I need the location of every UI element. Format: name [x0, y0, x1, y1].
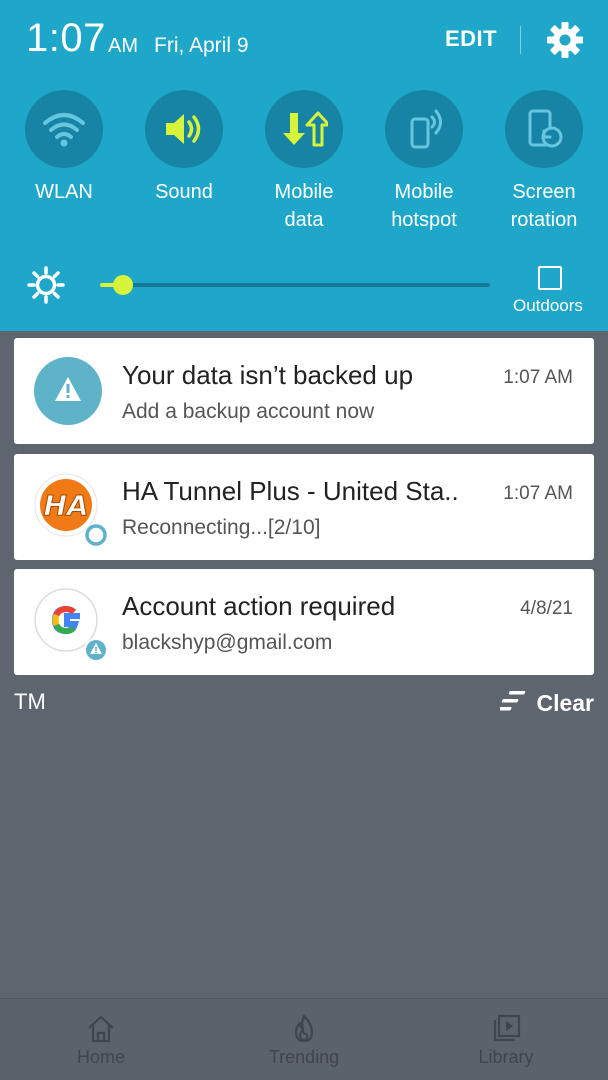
clock-date[interactable]: Fri, April 9: [154, 34, 249, 58]
notification-title: Account action required: [122, 591, 396, 621]
tile-screen-rotation-label-1: Screen: [512, 181, 576, 203]
tile-screen-rotation-label-2: rotation: [510, 209, 578, 231]
notification-title: HA Tunnel Plus - United Sta..: [122, 476, 459, 506]
quick-settings-panel: 1:07 AM Fri, April 9 EDIT WLAN Sound Mob…: [0, 0, 608, 331]
nav-home-label: Home: [76, 1047, 125, 1067]
tile-mobile-data-label-1: Mobile: [274, 181, 334, 203]
nav-library[interactable]: Library: [446, 1013, 566, 1068]
wifi-icon: [25, 90, 103, 168]
speaker-icon: [145, 90, 223, 168]
outdoors-label: Outdoors: [513, 296, 583, 315]
mobile-data-icon: [265, 90, 343, 168]
notification-ha-tunnel[interactable]: HA HA Tunnel Plus - United Sta.. Reconne…: [14, 454, 594, 560]
screen-rotation-icon: [505, 90, 583, 168]
library-icon: [446, 1013, 566, 1045]
brightness-icon: [26, 265, 66, 305]
tile-wlan-label: WLAN: [35, 181, 93, 203]
clear-all-button[interactable]: Clear: [495, 689, 594, 717]
notification-title: Your data isn’t backed up: [122, 360, 414, 390]
notification-subtitle: Add a backup account now: [122, 400, 375, 423]
tile-wlan[interactable]: WLAN: [4, 90, 124, 206]
ha-tunnel-app-icon: HA: [34, 473, 107, 546]
tile-sound[interactable]: Sound: [124, 90, 244, 206]
nav-library-label: Library: [478, 1047, 534, 1067]
header-divider: [520, 26, 521, 54]
notification-time: 4/8/21: [520, 598, 573, 619]
notification-time: 1:07 AM: [503, 367, 573, 388]
bottom-navigation: Home Trending Library: [0, 998, 608, 1080]
warning-icon: [34, 357, 102, 425]
brightness-slider[interactable]: [100, 283, 490, 287]
notification-time: 1:07 AM: [503, 483, 573, 504]
edit-button[interactable]: EDIT: [445, 26, 497, 52]
tile-sound-label: Sound: [155, 181, 213, 203]
gear-icon[interactable]: [545, 20, 585, 60]
nav-trending-label: Trending: [268, 1047, 340, 1067]
carrier-label: TM: [14, 689, 46, 714]
tile-mobile-data[interactable]: Mobile data: [244, 90, 364, 234]
outdoors-checkbox[interactable]: [538, 266, 562, 290]
tile-screen-rotation[interactable]: Screen rotation: [484, 90, 604, 234]
flame-icon: [244, 1013, 364, 1045]
home-icon: [41, 1013, 161, 1045]
nav-trending[interactable]: Trending: [244, 1013, 364, 1068]
notification-subtitle: blackshyp@gmail.com: [122, 631, 333, 654]
clear-label: Clear: [536, 689, 594, 716]
notification-backup[interactable]: Your data isn’t backed up Add a backup a…: [14, 338, 594, 444]
clock-ampm: AM: [108, 35, 138, 57]
nav-home[interactable]: Home: [41, 1013, 161, 1068]
svg-text:HA: HA: [43, 489, 88, 522]
google-icon: [34, 588, 108, 662]
tile-mobile-hotspot-label-1: Mobile: [394, 181, 454, 203]
hotspot-icon: [385, 90, 463, 168]
brightness-slider-thumb[interactable]: [113, 275, 134, 295]
tile-mobile-hotspot[interactable]: Mobile hotspot: [364, 90, 484, 234]
notification-account-action[interactable]: Account action required blackshyp@gmail.…: [14, 569, 594, 675]
clock-time: 1:07: [26, 16, 106, 60]
clear-all-icon: [495, 690, 528, 717]
tile-mobile-hotspot-label-2: hotspot: [391, 209, 457, 231]
tile-mobile-data-label-2: data: [284, 209, 324, 231]
notification-subtitle: Reconnecting...[2/10]: [122, 516, 321, 539]
